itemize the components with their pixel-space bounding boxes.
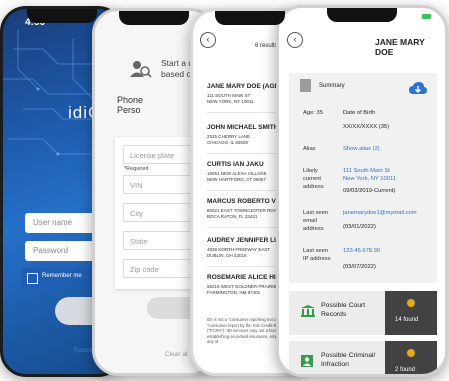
phone-notch [327, 8, 397, 22]
battery-icon [422, 14, 431, 19]
profile-phone: ‹ JANE MARY DOE Summary Age: 35 Date of … [276, 5, 448, 377]
address-date: 09/03/2019-Current) [343, 188, 396, 194]
age-label: Age: 35 [303, 110, 323, 116]
criminal-found-count: 2 found [395, 367, 416, 373]
summary-card: Summary Age: 35 Date of Birth XX/XX/XXXX… [289, 73, 437, 283]
profile-title: JANE MARY DOE [375, 37, 425, 57]
address-value[interactable]: 111 South Main St New York, NY 10011 [343, 167, 396, 183]
ip-date: (03/07/2022) [343, 264, 376, 270]
criminal-records-panel[interactable]: Possible Criminal/ Infraction 2 found [289, 341, 437, 374]
criminal-found-box[interactable]: 2 found [385, 341, 437, 374]
courthouse-icon [301, 305, 315, 317]
remember-label: Remember me [42, 273, 82, 279]
person-badge-icon [301, 355, 313, 367]
court-found-count: 14 found [395, 317, 419, 323]
document-icon [300, 79, 311, 92]
tab-person[interactable]: Perso [117, 105, 141, 115]
back-icon[interactable]: ‹ [200, 32, 216, 48]
cloud-download-icon[interactable] [409, 82, 427, 96]
email-value[interactable]: janemarydoe1@mymail.com [343, 209, 417, 217]
court-records-panel[interactable]: Possible Court Records 14 found [289, 291, 437, 335]
alert-icon [407, 299, 415, 307]
required-note: *Required [124, 166, 149, 172]
phone-notch [215, 11, 285, 25]
results-count: 6 results [255, 43, 278, 49]
show-alias-link[interactable]: Show alias (2) [343, 145, 380, 153]
court-records-label: Possible Court Records [321, 302, 366, 318]
remember-checkbox[interactable] [27, 273, 38, 284]
alert-icon [407, 349, 415, 357]
court-found-box[interactable]: 14 found [385, 291, 437, 335]
email-date: (03/01/2022) [343, 224, 376, 230]
tab-phone[interactable]: Phone [117, 95, 143, 105]
email-label: Last seen email address [303, 210, 329, 232]
dob-label: Date of Birth [343, 110, 376, 116]
phone-notch [119, 11, 189, 25]
dob-value: XX/XX/XXXX (35) [343, 124, 390, 130]
person-search-icon [130, 61, 152, 78]
criminal-records-label: Possible Criminal/ Infraction [321, 352, 376, 368]
ip-value[interactable]: 123.45.678.90 [343, 247, 380, 255]
summary-heading: Summary [319, 83, 345, 89]
address-label: Likely current address [303, 168, 324, 190]
result-item[interactable]: ROSEMARIE ALICE HILL 56219 WEST GOLDNER … [207, 274, 284, 296]
phone-notch [27, 9, 97, 23]
back-icon[interactable]: ‹ [287, 32, 303, 48]
ip-label: Last seen IP address [303, 248, 331, 262]
clear-all-link[interactable]: Clear al [165, 351, 187, 358]
alias-label: Alias [303, 146, 316, 152]
